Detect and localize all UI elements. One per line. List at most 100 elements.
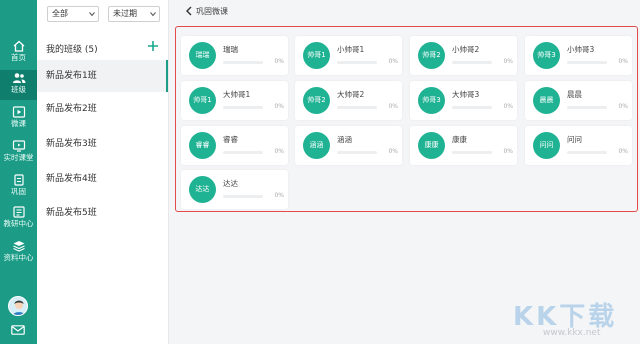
class-item[interactable]: 新品发布2班 [37, 93, 168, 125]
student-name: 瑞瑞 [223, 45, 238, 54]
nav-label: 班级 [11, 85, 26, 94]
student-card[interactable]: 康康 康康 0% [410, 126, 517, 165]
nav-item-research[interactable]: 教研中心 [0, 204, 37, 234]
research-icon [12, 206, 25, 218]
progress-bar [452, 61, 492, 64]
home-icon [13, 40, 24, 52]
nav-item-live[interactable]: 实时课堂 [0, 138, 37, 168]
student-name: 大帅哥1 [223, 90, 251, 99]
progress-bar [567, 106, 607, 109]
status-filter-value: 未过期 [113, 9, 137, 18]
progress-bar [223, 106, 263, 109]
left-nav: 首页 班级 微课 实时课堂 巩固 教研中心 资料中心 [0, 0, 37, 344]
nav-label: 实时课堂 [3, 153, 34, 162]
add-class-button[interactable] [147, 40, 159, 52]
play-icon [12, 106, 25, 118]
grade-filter-select[interactable]: 全部 [47, 6, 99, 22]
student-name: 小帅哥1 [337, 45, 365, 54]
class-panel: 全部 未过期 我的班级 (5) 新品发布1班 新品发布2班 新品发布3班 新品发… [37, 0, 169, 344]
progress-bar [337, 151, 377, 154]
nav-item-consolidate[interactable]: 巩固 [0, 172, 37, 202]
nav-label: 微课 [11, 119, 26, 128]
nav-item-home[interactable]: 首页 [0, 38, 37, 68]
student-card[interactable]: 睿睿 睿睿 0% [181, 126, 288, 165]
user-avatar-icon[interactable] [8, 296, 28, 316]
class-item[interactable]: 新品发布5班 [37, 197, 168, 229]
status-filter-select[interactable]: 未过期 [108, 6, 160, 22]
grade-filter-value: 全部 [52, 9, 68, 18]
student-name: 大帅哥2 [337, 90, 365, 99]
nav-label: 巩固 [11, 187, 26, 196]
student-name: 问问 [567, 135, 582, 144]
class-item[interactable]: 新品发布1班 [37, 60, 168, 92]
chevron-down-icon [89, 12, 95, 17]
class-item[interactable]: 新品发布4班 [37, 163, 168, 195]
live-classroom-icon [12, 140, 25, 152]
student-card[interactable]: 晨晨 晨晨 0% [525, 81, 632, 120]
class-item[interactable]: 新品发布3班 [37, 128, 168, 160]
student-name: 康康 [452, 135, 467, 144]
student-card[interactable]: 瑞瑞 瑞瑞 0% [181, 36, 288, 75]
student-card[interactable]: 帅哥2 大帅哥2 0% [295, 81, 402, 120]
progress-percent: 0% [274, 148, 284, 155]
student-card[interactable]: 帅哥1 小帅哥1 0% [295, 36, 402, 75]
student-name: 睿睿 [223, 135, 238, 144]
student-name: 小帅哥2 [452, 45, 480, 54]
mail-icon[interactable] [11, 325, 25, 335]
student-avatar: 康康 [418, 132, 445, 159]
progress-percent: 0% [618, 58, 628, 65]
student-avatar: 睿睿 [189, 132, 216, 159]
student-card[interactable]: 达达 达达 0% [181, 170, 288, 209]
nav-label: 教研中心 [3, 219, 34, 228]
chevron-down-icon [150, 12, 156, 17]
student-card[interactable]: 帅哥1 大帅哥1 0% [181, 81, 288, 120]
student-card[interactable]: 帅哥3 小帅哥3 0% [525, 36, 632, 75]
progress-percent: 0% [274, 103, 284, 110]
progress-bar [567, 151, 607, 154]
progress-percent: 0% [618, 103, 628, 110]
progress-percent: 0% [388, 148, 398, 155]
student-name: 晨晨 [567, 90, 582, 99]
progress-bar [337, 106, 377, 109]
nav-label: 首页 [11, 53, 26, 62]
resources-icon [12, 241, 25, 252]
progress-percent: 0% [503, 58, 513, 65]
student-name: 达达 [223, 179, 238, 188]
progress-percent: 0% [503, 148, 513, 155]
student-avatar: 晨晨 [533, 87, 560, 114]
my-classes-header: 我的班级 (5) [46, 45, 98, 55]
student-avatar: 达达 [189, 176, 216, 203]
watermark: KK下载 www.kkx.net [507, 294, 633, 340]
nav-item-microlesson[interactable]: 微课 [0, 104, 37, 134]
student-avatar: 问问 [533, 132, 560, 159]
progress-bar [452, 151, 492, 154]
student-avatar: 帅哥2 [418, 42, 445, 69]
nav-item-class[interactable]: 班级 [0, 70, 37, 100]
student-card[interactable]: 帅哥2 小帅哥2 0% [410, 36, 517, 75]
consolidate-icon [13, 174, 24, 186]
student-avatar: 帅哥1 [303, 42, 330, 69]
progress-percent: 0% [388, 103, 398, 110]
progress-bar [452, 106, 492, 109]
student-avatar: 帅哥1 [189, 87, 216, 114]
progress-percent: 0% [274, 192, 284, 199]
student-card[interactable]: 涵涵 涵涵 0% [295, 126, 402, 165]
progress-percent: 0% [618, 148, 628, 155]
progress-percent: 0% [274, 58, 284, 65]
nav-item-resources[interactable]: 资料中心 [0, 238, 37, 268]
progress-bar [337, 61, 377, 64]
users-icon [12, 73, 25, 83]
chevron-left-icon[interactable] [185, 6, 193, 16]
watermark-url: www.kkx.net [543, 328, 601, 338]
progress-percent: 0% [503, 103, 513, 110]
progress-bar [223, 61, 263, 64]
plus-icon [148, 41, 158, 51]
student-card[interactable]: 问问 问问 0% [525, 126, 632, 165]
student-card[interactable]: 帅哥3 大帅哥3 0% [410, 81, 517, 120]
student-name: 大帅哥3 [452, 90, 480, 99]
student-avatar: 涵涵 [303, 132, 330, 159]
student-avatar: 帅哥3 [418, 87, 445, 114]
progress-bar [567, 61, 607, 64]
student-name: 涵涵 [337, 135, 352, 144]
progress-percent: 0% [388, 58, 398, 65]
